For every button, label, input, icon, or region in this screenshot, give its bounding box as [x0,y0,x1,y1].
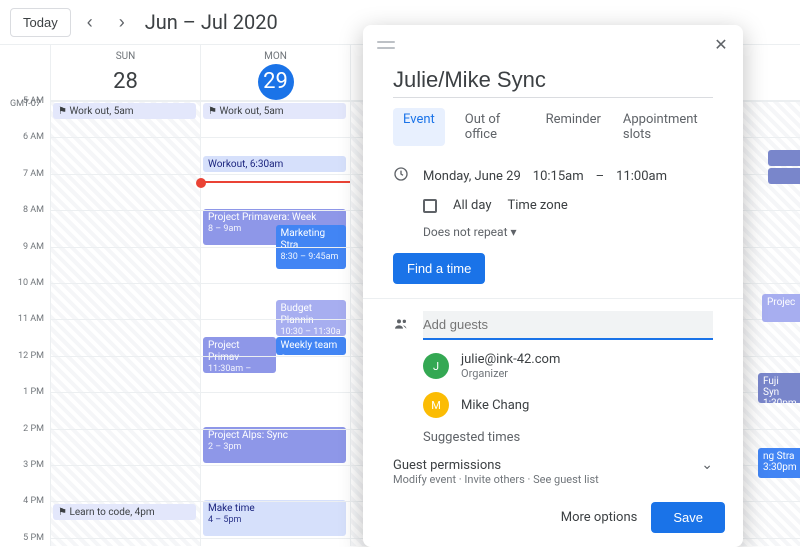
find-a-time-button[interactable]: Find a time [393,253,485,284]
event-date[interactable]: Monday, June 29 [423,169,521,184]
datetime-row: Monday, June 29 10:15am – 11:00am [363,160,743,192]
guest-permissions-label: Guest permissions [393,458,501,473]
event-alps[interactable]: Project Alps: Sync 2 – 3pm [203,427,346,463]
event-chip[interactable]: ng Stra 3:30pm [758,448,800,478]
event-title: Project Primav [208,340,240,363]
event-title: Project Primavera: Week [208,212,316,223]
suggested-times-link[interactable]: Suggested times [363,424,743,451]
add-guests-input[interactable] [423,311,713,340]
event-time: 8:30 – 9:45am [281,252,342,263]
avatar: M [423,392,449,418]
tab-appointment-slots[interactable]: Appointment slots [621,108,713,146]
day-column-sun[interactable]: ⚑ Work out, 5am ⚑ Learn to code, 4pm [50,101,200,546]
hour-label: 4 PM [23,496,44,506]
event-workout-mon[interactable]: ⚑ Work out, 5am [203,103,346,119]
event-time: 11:30am – 12:30pm [208,364,271,373]
hour-label: 10 AM [18,278,44,288]
hour-label: 5 PM [23,533,44,543]
hour-label: 11 AM [18,314,44,324]
guest-name: julie@ink-42.com [461,352,560,367]
tab-event[interactable]: Event [393,108,445,146]
event-time: 2 – 3pm [208,442,341,453]
avatar: J [423,353,449,379]
dow-label: MON [201,51,350,62]
tab-out-of-office[interactable]: Out of office [463,108,526,146]
next-button[interactable]: › [109,9,135,35]
guest-permissions-toggle[interactable]: Guest permissions ⌄ [363,451,743,473]
day-column-mon[interactable]: ⚑ Work out, 5am Workout, 6:30am Project … [200,101,350,546]
day-number: 29 [258,64,294,100]
now-indicator [201,181,350,183]
hour-label: 1 PM [23,387,44,397]
event-title: ng Stra [763,451,794,462]
event-create-modal: ✕ Event Out of office Reminder Appointme… [363,25,743,547]
more-options-button[interactable]: More options [561,510,638,525]
today-button[interactable]: Today [10,8,71,37]
add-guests-row [363,305,743,346]
event-budget[interactable]: Budget Plannin 10:30 – 11:30a [276,300,347,336]
hour-label: 3 PM [23,460,44,470]
event-chip[interactable] [768,168,800,184]
event-time: 10:30 – 11:30a [281,327,342,336]
hour-label: 9 AM [23,242,44,252]
save-button[interactable]: Save [651,502,725,533]
event-type-tabs: Event Out of office Reminder Appointment… [363,108,743,160]
allday-checkbox[interactable] [423,199,437,213]
timezone-column: GMT-07 5 AM6 AM7 AM8 AM9 AM10 AM11 AM12 … [0,45,50,546]
guest-row[interactable]: J julie@ink-42.com Organizer [363,346,743,386]
guest-permissions-summary: Modify event · Invite others · See guest… [363,473,743,494]
clock-icon [393,166,411,186]
hour-label: 5 AM [23,96,44,106]
guest-role: Organizer [461,367,560,380]
chevron-down-icon: ⌄ [701,457,713,473]
event-weekly-team[interactable]: Weekly team e [276,337,347,355]
people-icon [393,316,411,336]
event-title: Project Alps: Sync [208,430,288,441]
event-title-input[interactable] [393,63,713,98]
event-time: 4 – 5pm [208,515,341,526]
dow-label: SUN [51,51,200,62]
guest-name: Mike Chang [461,398,529,413]
event-chip[interactable]: Fuji Syn 1:30pm [758,373,800,403]
event-start-time[interactable]: 10:15am [533,169,584,184]
dash: – [596,169,605,184]
event-title: Projec [767,297,795,308]
tab-reminder[interactable]: Reminder [544,108,603,146]
hour-label: 7 AM [23,169,44,179]
event-time: 1:30pm [763,398,797,403]
hour-label: 6 AM [23,132,44,142]
prev-button[interactable]: ‹ [77,9,103,35]
date-range: Jun – Jul 2020 [145,10,278,34]
drag-handle-icon[interactable] [377,41,395,49]
guest-row[interactable]: M Mike Chang [363,386,743,424]
recurrence-selector[interactable]: Does not repeat ▾ [423,225,517,239]
event-title: Fuji Syn [763,376,779,398]
hour-label: 2 PM [23,424,44,434]
event-learn[interactable]: ⚑ Learn to code, 4pm [53,504,196,520]
event-time: 3:30pm [763,462,797,473]
event-workout-sun[interactable]: ⚑ Work out, 5am [53,103,196,119]
close-button[interactable]: ✕ [709,33,733,57]
day-header-mon[interactable]: MON 29 [200,45,350,100]
hour-label: 8 AM [23,205,44,215]
hour-label: 12 PM [18,351,44,361]
event-title: Make time [208,503,255,514]
allday-label: All day [453,198,492,213]
day-header-sun[interactable]: SUN 28 [50,45,200,100]
event-workout-630[interactable]: Workout, 6:30am [203,156,346,172]
event-title: Budget Plannin [281,303,314,326]
event-chip[interactable] [768,150,800,166]
event-chip[interactable]: Projec [762,294,800,322]
timezone-link[interactable]: Time zone [508,198,568,213]
event-end-time[interactable]: 11:00am [616,169,667,184]
day-number: 28 [108,64,144,100]
event-make-time[interactable]: Make time 4 – 5pm [203,500,346,536]
